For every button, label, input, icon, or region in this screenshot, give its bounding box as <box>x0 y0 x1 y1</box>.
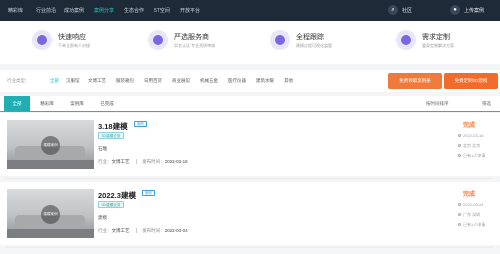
side-applicants-text: 已有1人申请 <box>463 222 486 227</box>
industry-value: 文博工艺 <box>111 159 130 164</box>
location-icon <box>458 213 461 217</box>
filter-option[interactable]: 机械五金 <box>200 78 218 84</box>
tab-featured[interactable]: 精彩库 <box>34 96 60 111</box>
sort-dropdown[interactable]: 按时间排序 <box>426 101 449 107</box>
nav-right-label-2[interactable]: 上传案例 <box>464 7 484 14</box>
filter-option[interactable]: 汉服馆 <box>66 78 80 84</box>
divider <box>6 178 494 179</box>
filter-option[interactable]: 商业展馆 <box>172 78 190 84</box>
nav-item[interactable]: 开放平台 <box>180 7 200 14</box>
case-status: 完成 <box>463 123 476 129</box>
custom-icon <box>396 30 416 50</box>
side-location-text: 北京 北京 <box>463 143 481 148</box>
case-thumbnail[interactable]: 建模案例 <box>7 189 94 238</box>
filter-option-active[interactable]: 全部 <box>50 78 59 84</box>
date-value: 2022-03-16 <box>164 159 188 164</box>
feature-subtitle: 量身定制解决方案 <box>422 43 454 48</box>
side-date-text: 2022-03-16 <box>463 133 484 138</box>
tab-cases[interactable]: 案例库 <box>64 96 90 111</box>
case-tag: 3D建模业务 <box>98 132 124 139</box>
feature-subtitle: 下单立即有人对接 <box>58 43 90 48</box>
search-icon[interactable]: ⌕ <box>388 5 398 15</box>
shield-icon <box>148 30 168 50</box>
thumbnail-watermark: 建模案例 <box>41 205 60 224</box>
industry-label: 行业： <box>98 228 112 233</box>
case-card[interactable]: 建模案例 3.18建模 案例 3D建模业务 石雕 行业：文博工艺 发布时间：202… <box>0 113 500 176</box>
filter-option[interactable]: 建筑水暖 <box>256 78 274 84</box>
bolt-icon <box>32 30 52 50</box>
filter-option[interactable]: 文博工艺 <box>88 78 106 84</box>
case-tag: 3D建模业务 <box>98 201 124 208</box>
user-icon[interactable]: ● <box>450 5 460 15</box>
case-badge: 案例 <box>134 121 147 127</box>
side-date: 2022-03-04 <box>458 202 483 207</box>
feature-strip: 快速响应 下单立即有人对接 严选服务商 实名认证 专业资质审核 全程跟踪 建模过… <box>0 21 500 64</box>
case-title[interactable]: 2022.3建模 <box>98 190 136 201</box>
top-nav: 精彩库 行业前沿 成功案例 案例分享 生态合作 5T空间 开放平台 ⌕ 社区 ●… <box>0 0 500 21</box>
meta-divider <box>135 159 137 165</box>
filter-bar: 行业类型： 全部 汉服馆 文博工艺 服装箱包 日用百货 商业展馆 机械五金 医疗… <box>0 70 500 92</box>
thumbnail-watermark: 建模案例 <box>41 136 60 155</box>
nav-right-label-1[interactable]: 社区 <box>402 7 412 14</box>
feature-title: 需求定制 <box>422 34 450 41</box>
filter-option[interactable]: 服装箱包 <box>116 78 134 84</box>
divider <box>6 247 494 248</box>
clock-icon <box>458 203 461 207</box>
nav-item-active[interactable]: 案例分享 <box>94 7 114 14</box>
case-meta: 行业：文博工艺 发布时间：2022-03-16 <box>98 159 188 165</box>
feature-subtitle: 实名认证 专业资质审核 <box>174 43 216 48</box>
clock-icon <box>458 134 461 138</box>
feature-subtitle: 建模过程可视化监管 <box>296 43 332 48</box>
industry-value: 文博工艺 <box>111 228 130 233</box>
industry-label: 行业： <box>98 159 112 164</box>
location-icon <box>458 144 461 148</box>
case-status: 完成 <box>463 192 476 198</box>
filter-dropdown[interactable]: 筛选 <box>482 101 491 107</box>
filter-option[interactable]: 日用百货 <box>144 78 162 84</box>
filter-label: 行业类型： <box>7 78 30 83</box>
tab-bar: 全部 精彩库 案例库 已完成 按时间排序 筛选 <box>0 96 500 112</box>
nav-item[interactable]: 5T空间 <box>154 7 170 14</box>
side-location-text: 广东 深圳 <box>463 212 481 217</box>
case-description: 建模 <box>98 215 107 220</box>
nav-item[interactable]: 成功案例 <box>64 7 84 14</box>
nav-item[interactable]: 生态合作 <box>124 7 144 14</box>
feature-title: 快速响应 <box>58 34 86 41</box>
date-label: 发布时间： <box>142 228 165 233</box>
nav-item[interactable]: 行业前沿 <box>36 7 56 14</box>
filter-option[interactable]: 医疗仪器 <box>228 78 246 84</box>
side-applicants: 已有1人申请 <box>458 153 485 159</box>
case-card[interactable]: 建模案例 2022.3建模 案例 3D建模业务 建模 行业：文博工艺 发布时间：2… <box>0 182 500 245</box>
case-title[interactable]: 3.18建模 <box>98 121 128 132</box>
case-badge: 案例 <box>142 190 155 196</box>
side-applicants: 已有1人申请 <box>458 222 485 228</box>
date-label: 发布时间： <box>142 159 165 164</box>
side-applicants-text: 已有1人申请 <box>463 153 486 158</box>
free-custom-modeling-button[interactable]: 免费定制3D建模 <box>444 73 498 89</box>
person-icon <box>458 223 461 227</box>
case-description: 石雕 <box>98 146 107 151</box>
tab-done[interactable]: 已完成 <box>94 96 120 111</box>
filter-option[interactable]: 其他 <box>284 78 293 84</box>
side-location: 广东 深圳 <box>458 212 480 218</box>
side-date-text: 2022-03-04 <box>463 202 484 207</box>
case-meta: 行业：文博工艺 发布时间：2022-03-04 <box>98 228 188 234</box>
case-thumbnail[interactable]: 建模案例 <box>7 120 94 169</box>
nav-item[interactable]: 精彩库 <box>8 7 23 14</box>
free-casebook-button[interactable]: 免费领取案例册 <box>388 73 442 89</box>
feature-title: 严选服务商 <box>174 34 209 41</box>
date-value: 2022-03-04 <box>164 228 188 233</box>
person-icon <box>458 154 461 158</box>
side-date: 2022-03-16 <box>458 133 483 138</box>
feature-title: 全程跟踪 <box>296 34 324 41</box>
meta-divider <box>135 228 137 234</box>
tab-all[interactable]: 全部 <box>4 96 30 111</box>
side-location: 北京 北京 <box>458 143 480 149</box>
track-icon <box>270 30 290 50</box>
